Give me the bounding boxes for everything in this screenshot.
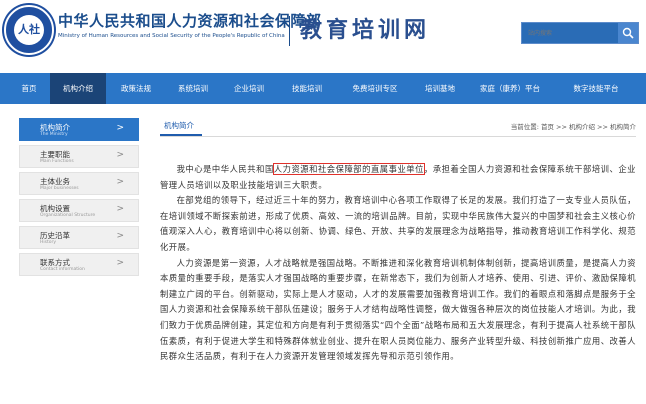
- nav-item-enterprise-training[interactable]: 企业培训: [224, 73, 274, 104]
- nav-item-about[interactable]: 机构介绍: [50, 73, 106, 104]
- sidebar-item-intro[interactable]: 机构简介 The Ministry >: [19, 118, 139, 141]
- sidebar-item-sublabel: The Ministry: [40, 132, 68, 137]
- chevron-right-icon: >: [116, 204, 124, 214]
- sidebar-item-sublabel: Organizational Structure: [40, 213, 96, 218]
- paragraph-1-start: 我中心是中华人民共和国: [176, 164, 274, 174]
- nav-item-skill-training[interactable]: 技能培训: [282, 73, 332, 104]
- chevron-right-icon: >: [116, 123, 124, 133]
- search-box: [521, 22, 639, 44]
- chevron-right-icon: >: [116, 258, 124, 268]
- header-divider: [289, 16, 290, 46]
- content-header: 机构简介 当前位置: 首页 >> 机构介绍 >> 机构简介: [160, 118, 636, 137]
- org-name-en: Ministry of Human Resources and Social S…: [58, 33, 285, 39]
- paragraph-3: 人力资源是第一资源，人才战略就是强国战略。不断推进和深化教育培训机制体制创新，提…: [160, 257, 636, 362]
- paragraph-2: 在部党组的领导下，经过近三十年的努力，教育培训中心各项工作取得了长足的发展。我们…: [160, 195, 636, 252]
- sidebar-item-functions[interactable]: 主要职能 Main Functions >: [19, 145, 139, 168]
- sidebar-item-contact[interactable]: 联系方式 Contact information >: [19, 253, 139, 276]
- sidebar-item-history[interactable]: 历史沿革 History >: [19, 226, 139, 249]
- search-icon: [622, 27, 634, 39]
- nav-item-home[interactable]: 首页: [12, 73, 46, 104]
- chevron-right-icon: >: [116, 231, 124, 241]
- nav-item-digital-skills[interactable]: 数字技能平台: [560, 73, 632, 104]
- breadcrumb: 当前位置: 首页 >> 机构介绍 >> 机构简介: [510, 123, 636, 131]
- ministry-logo[interactable]: 人社: [4, 5, 54, 55]
- sidebar-item-sublabel: Contact information: [40, 267, 85, 272]
- title-underline: [160, 134, 202, 136]
- nav-item-policy[interactable]: 政策法规: [110, 73, 162, 104]
- site-header: 人社 中华人民共和国人力资源和社会保障部 Ministry of Human R…: [0, 0, 646, 73]
- nav-item-free-training[interactable]: 免费培训专区: [340, 73, 410, 104]
- sidebar-item-structure[interactable]: 机构设置 Organizational Structure >: [19, 199, 139, 222]
- sidebar: 机构简介 The Ministry > 主要职能 Main Functions …: [19, 118, 139, 280]
- chevron-right-icon: >: [116, 150, 124, 160]
- main-nav: 首页 机构介绍 政策法规 系统培训 企业培训 技能培训 免费培训专区 培训基地 …: [0, 73, 646, 104]
- sidebar-item-sublabel: Main Functions: [40, 159, 74, 164]
- sidebar-item-businesses[interactable]: 主体业务 Major businesses >: [19, 172, 139, 195]
- nav-item-family-platform[interactable]: 家庭（康养）平台: [472, 73, 548, 104]
- org-name-cn: 中华人民共和国人力资源和社会保障部: [58, 12, 322, 30]
- article-body: 我中心是中华人民共和国人力资源和社会保障部的直属事业单位，承担着全国人力资源和社…: [160, 162, 636, 365]
- chevron-right-icon: >: [116, 177, 124, 187]
- logo-text: 人社: [18, 23, 40, 36]
- search-button[interactable]: [618, 23, 638, 43]
- sidebar-item-sublabel: Major businesses: [40, 186, 79, 191]
- nav-item-training-base[interactable]: 培训基地: [415, 73, 465, 104]
- sidebar-item-sublabel: History: [40, 240, 57, 245]
- highlighted-text: 人力资源和社会保障部的直属事业单位: [272, 163, 425, 175]
- search-input[interactable]: [522, 23, 620, 43]
- page-title: 机构简介: [164, 121, 194, 130]
- nav-item-system-training[interactable]: 系统培训: [168, 73, 218, 104]
- site-brand: 教育培训网: [300, 17, 431, 43]
- paragraph-1: 我中心是中华人民共和国人力资源和社会保障部的直属事业单位，承担着全国人力资源和社…: [160, 162, 636, 193]
